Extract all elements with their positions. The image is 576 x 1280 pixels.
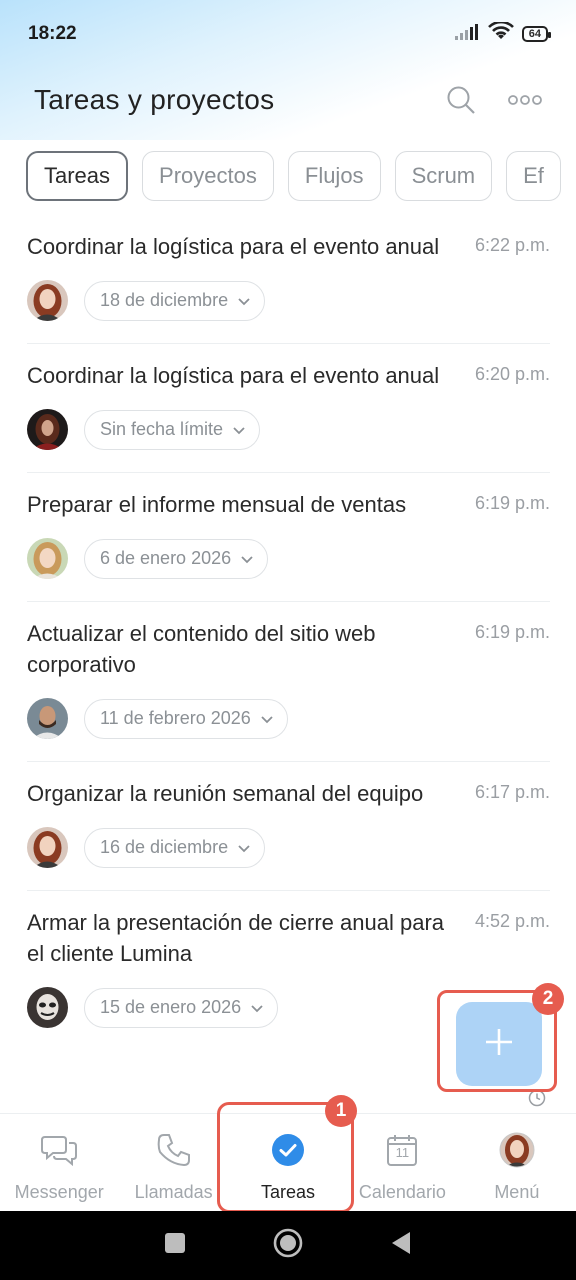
annotation-badge-1: 1 xyxy=(325,1095,357,1127)
status-time: 18:22 xyxy=(28,23,77,44)
task-title: Coordinar la logística para el evento an… xyxy=(27,363,440,388)
tab-proyectos[interactable]: Proyectos xyxy=(142,151,274,201)
chevron-down-icon xyxy=(233,419,245,440)
tab-bar: Tareas Proyectos Flujos Scrum Ef xyxy=(26,151,576,201)
deadline-chip[interactable]: 15 de enero 2026 xyxy=(84,987,279,1028)
tab-efficiency[interactable]: Ef xyxy=(506,151,561,201)
deadline-chip[interactable]: 11 de febrero 2026 xyxy=(84,698,288,739)
profile-avatar xyxy=(499,1132,535,1168)
task-time: 6:22 p.m. xyxy=(474,235,550,255)
status-bar: 18:22 64 xyxy=(0,0,576,68)
chevron-down-icon xyxy=(261,708,273,729)
task-title: Preparar el informe mensual de ventas xyxy=(27,492,407,517)
avatar[interactable] xyxy=(27,409,68,450)
phone-icon xyxy=(157,1132,191,1168)
deadline-label: 15 de enero 2026 xyxy=(100,997,242,1017)
chat-icon xyxy=(41,1132,78,1168)
task-list: Coordinar la logística para el evento an… xyxy=(27,215,550,1050)
home-icon[interactable] xyxy=(273,1228,303,1263)
deadline-label: 6 de enero 2026 xyxy=(100,548,232,568)
nav-item-calendario[interactable]: 11 Calendario xyxy=(345,1114,459,1211)
task-meta: 18 de diciembre xyxy=(27,280,550,321)
task-item[interactable]: Preparar el informe mensual de ventas 6:… xyxy=(27,473,550,602)
wifi-icon xyxy=(487,20,514,47)
chevron-down-icon xyxy=(238,290,250,311)
deadline-chip[interactable]: Sin fecha límite xyxy=(84,409,261,450)
task-meta: Sin fecha límite xyxy=(27,409,550,450)
system-navigation-bar xyxy=(0,1211,576,1280)
task-item[interactable]: Coordinar la logística para el evento an… xyxy=(27,215,550,344)
task-meta: 6 de enero 2026 xyxy=(27,538,550,579)
nav-item-llamadas[interactable]: Llamadas xyxy=(116,1114,230,1211)
deadline-label: Sin fecha límite xyxy=(100,419,224,439)
task-title: Coordinar la logística para el evento an… xyxy=(27,234,440,259)
chevron-down-icon xyxy=(241,548,253,569)
avatar[interactable] xyxy=(27,827,68,868)
tab-flujos[interactable]: Flujos xyxy=(287,151,381,201)
task-item[interactable]: Coordinar la logística para el evento an… xyxy=(27,344,550,473)
nav-item-messenger[interactable]: Messenger xyxy=(2,1114,116,1211)
task-meta: 11 de febrero 2026 xyxy=(27,698,550,739)
task-item[interactable]: Actualizar el contenido del sitio web co… xyxy=(27,602,550,762)
deadline-label: 16 de diciembre xyxy=(100,837,229,857)
page-title: Tareas y proyectos xyxy=(34,84,275,115)
task-title: Actualizar el contenido del sitio web co… xyxy=(27,621,376,677)
avatar[interactable] xyxy=(27,698,68,739)
task-time: 6:17 p.m. xyxy=(474,782,550,802)
task-time: 6:19 p.m. xyxy=(474,622,550,642)
avatar[interactable] xyxy=(27,987,68,1028)
deadline-label: 11 de febrero 2026 xyxy=(100,708,251,728)
nav-label: Llamadas xyxy=(134,1182,213,1202)
back-icon[interactable] xyxy=(390,1231,412,1260)
chevron-down-icon xyxy=(251,997,263,1018)
search-icon[interactable] xyxy=(444,83,478,117)
nav-label: Calendario xyxy=(358,1182,446,1202)
nav-item-menu[interactable]: Menú xyxy=(460,1114,574,1211)
calendar-icon: 11 xyxy=(385,1132,419,1168)
deadline-label: 18 de diciembre xyxy=(100,290,229,310)
chevron-down-icon xyxy=(238,837,250,858)
task-time: 6:19 p.m. xyxy=(474,493,550,513)
clock-icon xyxy=(528,1089,546,1112)
avatar[interactable] xyxy=(27,280,68,321)
task-title: Organizar la reunión semanal del equipo xyxy=(27,781,424,806)
app-header: Tareas y proyectos xyxy=(0,70,576,130)
nav-label: Menú xyxy=(494,1182,540,1202)
header-actions xyxy=(444,83,542,117)
task-title: Armar la presentación de cierre anual pa… xyxy=(27,910,445,966)
deadline-chip[interactable]: 18 de diciembre xyxy=(84,280,266,321)
task-meta: 16 de diciembre xyxy=(27,827,550,868)
tab-tareas[interactable]: Tareas xyxy=(26,151,129,201)
signal-icon xyxy=(454,23,480,46)
avatar[interactable] xyxy=(27,538,68,579)
deadline-chip[interactable]: 6 de enero 2026 xyxy=(84,538,269,579)
task-time: 4:52 p.m. xyxy=(474,911,550,931)
recent-apps-icon[interactable] xyxy=(164,1232,186,1259)
status-icons: 64 xyxy=(454,20,552,47)
task-item[interactable]: Organizar la reunión semanal del equipo … xyxy=(27,762,550,891)
calendar-day: 11 xyxy=(395,1145,410,1160)
nav-label: Messenger xyxy=(14,1182,104,1202)
annotation-badge-2: 2 xyxy=(532,983,564,1015)
tab-scrum[interactable]: Scrum xyxy=(394,151,493,201)
more-options-icon[interactable] xyxy=(508,83,542,117)
deadline-chip[interactable]: 16 de diciembre xyxy=(84,827,266,868)
battery-indicator: 64 xyxy=(521,26,552,42)
task-time: 6:20 p.m. xyxy=(474,364,550,384)
